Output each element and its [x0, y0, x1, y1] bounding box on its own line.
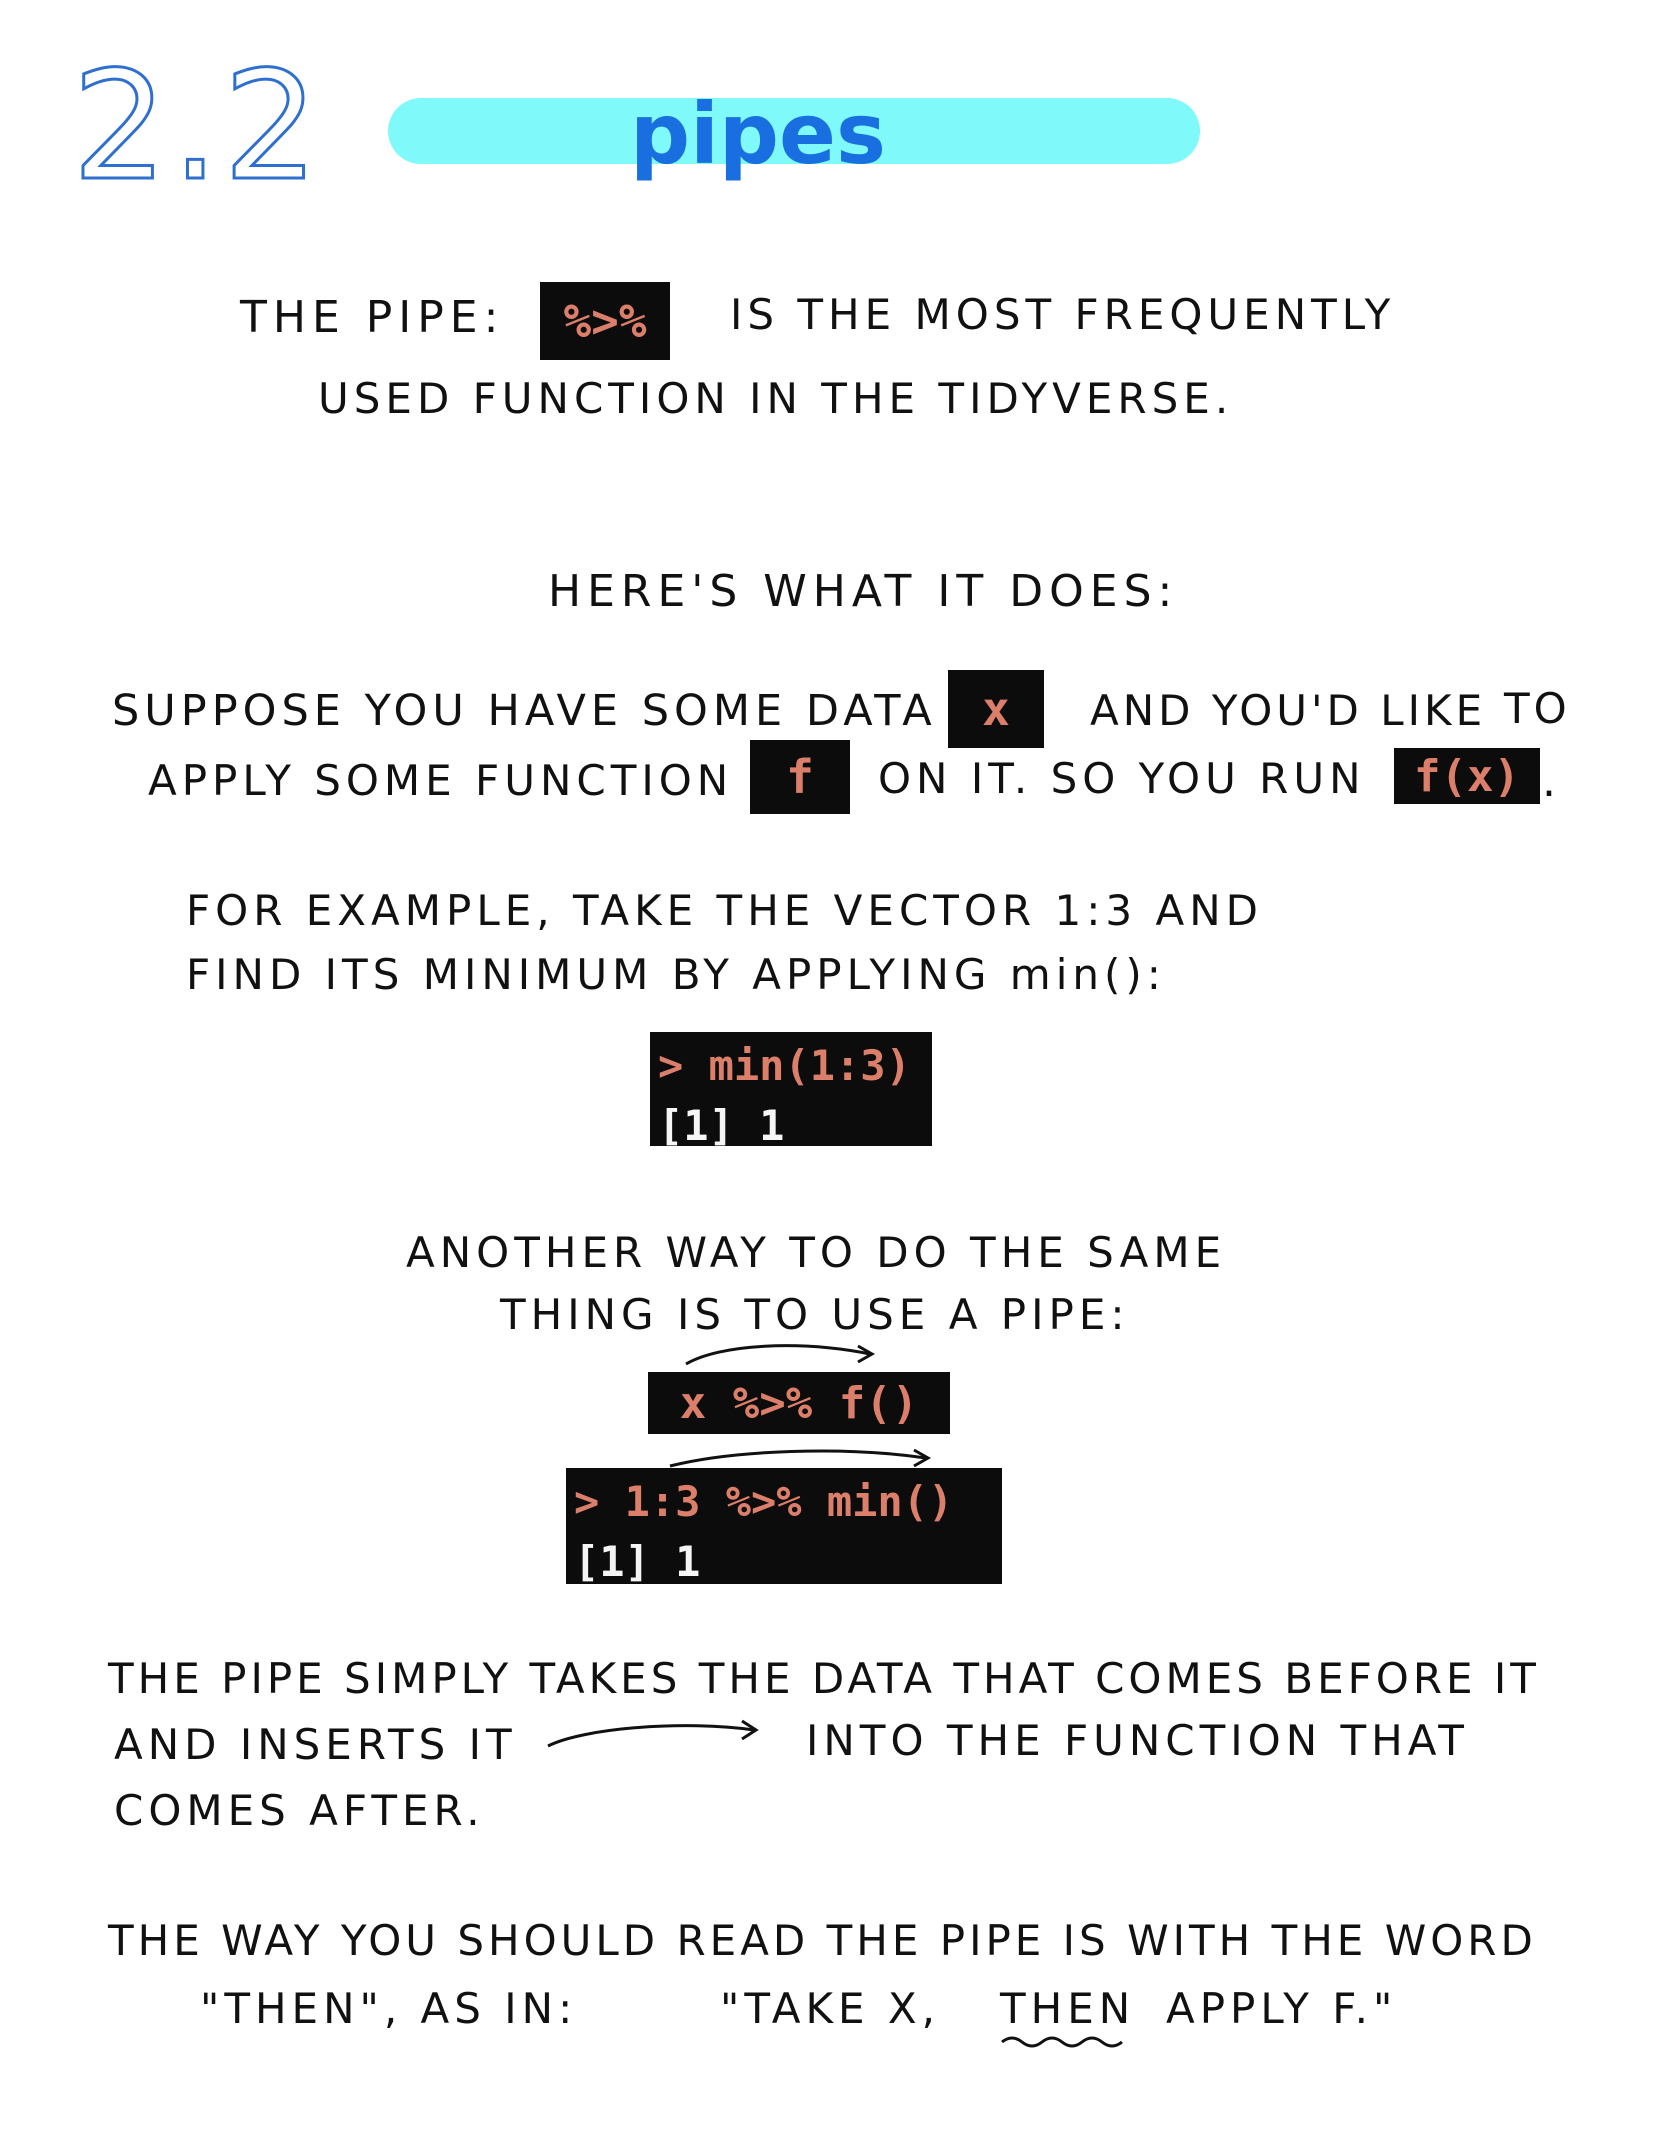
explanation-line2-a: AND INSERTS IT — [114, 1720, 517, 1769]
explanation-line1: THE PIPE SIMPLY TAKES THE DATA THAT COME… — [108, 1654, 1540, 1703]
pipe-template-code: x %>% f() — [648, 1372, 950, 1434]
suppose-period: . — [1542, 756, 1562, 807]
example-line1: FOR EXAMPLE, TAKE THE VECTOR 1:3 AND — [186, 886, 1263, 935]
reading-line2-c: APPLY F." — [1166, 1984, 1398, 2033]
pipe-flow-arrow-icon — [685, 1344, 876, 1366]
another-way-line2: THING IS TO USE A PIPE: — [500, 1290, 1130, 1339]
example-line2: FIND ITS MINIMUM BY APPLYING min(): — [186, 950, 1166, 999]
pipe-operator-code: %>% — [540, 282, 670, 360]
reading-line2-b: "TAKE X, — [720, 1984, 940, 2033]
section-number: 2.2 — [71, 40, 323, 214]
call-fx-code: f(x) — [1394, 748, 1540, 804]
console-pipe-output: [1] 1 — [574, 1537, 701, 1586]
reading-line1: THE WAY YOU SHOULD READ THE PIPE IS WITH… — [108, 1916, 1537, 1965]
explanation-line2-b: INTO THE FUNCTION THAT — [806, 1716, 1469, 1765]
console-min-example: > min(1:3) [1] 1 — [650, 1032, 932, 1150]
insert-arrow-icon — [547, 1719, 759, 1748]
reading-then-word: THEN — [1000, 1984, 1136, 2033]
console-pipe-example: > 1:3 %>% min() [1] 1 — [566, 1468, 1002, 1586]
page-title: pipes — [630, 85, 887, 183]
console-input: > min(1:3) — [658, 1041, 911, 1090]
console-pipe-input: > 1:3 %>% min() — [574, 1477, 954, 1526]
data-x-code: x — [948, 670, 1044, 748]
func-f-code: f — [750, 740, 850, 814]
suppose-line1-c: TO — [1504, 684, 1571, 733]
suppose-line2-b: ON IT. SO YOU RUN — [878, 754, 1366, 803]
another-way-line1: ANOTHER WAY TO DO THE SAME — [406, 1228, 1227, 1277]
explanation-line3: COMES AFTER. — [114, 1786, 485, 1835]
suppose-line1-a: SUPPOSE YOU HAVE SOME DATA — [112, 686, 937, 736]
suppose-line1-b: AND YOU'D LIKE — [1090, 686, 1487, 735]
intro-line1-b: IS THE MOST FREQUENTLY — [730, 290, 1396, 339]
suppose-line2-a: APPLY SOME FUNCTION — [148, 756, 734, 805]
what-it-does-heading: HERE'S WHAT IT DOES: — [548, 566, 1179, 617]
intro-line2: USED FUNCTION IN THE TIDYVERSE. — [318, 374, 1234, 423]
intro-line1-a: THE PIPE: — [240, 292, 505, 343]
reading-line2-a: "THEN", AS IN: — [200, 1984, 578, 2033]
then-squiggle-underline — [1001, 2036, 1123, 2048]
console-output: [1] 1 — [658, 1101, 785, 1150]
